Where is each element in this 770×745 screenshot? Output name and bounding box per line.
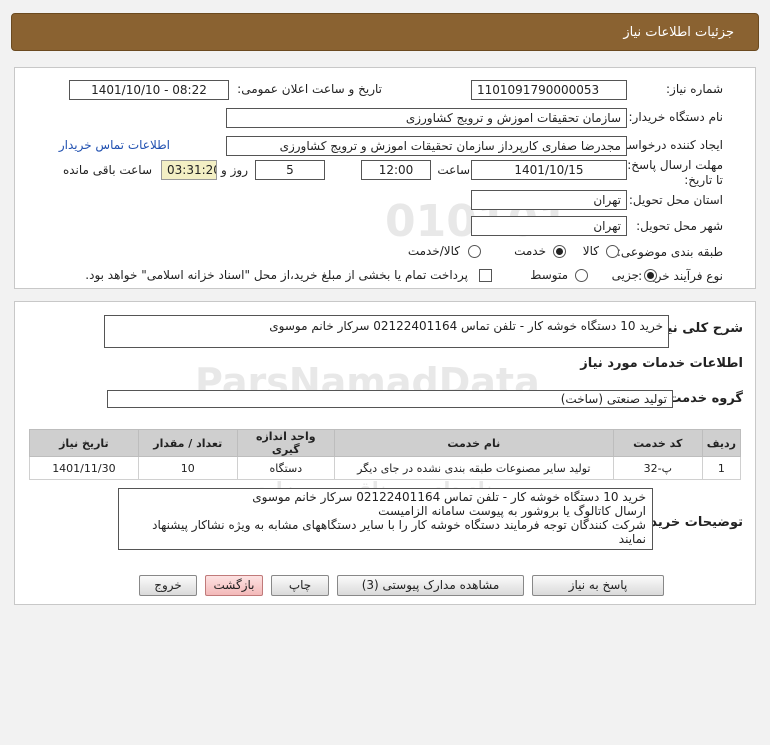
buyer-org-field: سازمان تحقیقات اموزش و ترویج کشاورزی [226,108,627,128]
col-service-code: کد خدمت [612,429,703,457]
need-number-field: 1101091790000053 [471,80,627,100]
delivery-province-label: استان محل تحویل: [628,193,723,207]
delivery-province-field: تهران [471,190,627,210]
cell-service-code: پ-32 [612,456,703,480]
summary-field: خرید 10 دستگاه خوشه کار - تلفن تماس 0212… [104,315,669,348]
buyer-notes-line: ارسال کاتالوگ یا بروشور به پیوست سامانه … [378,504,646,518]
cell-quantity: 10 [137,456,238,480]
reply-button[interactable]: پاسخ به نیاز [532,575,664,596]
purchase-option-medium: متوسط [530,268,568,282]
purchase-radio-minor[interactable] [644,269,657,282]
back-button[interactable]: بازگشت [205,575,263,596]
exit-button[interactable]: خروج [139,575,197,596]
category-radio-goods-service[interactable] [468,245,481,258]
col-unit: واحد اندازه گیری [236,429,335,457]
category-option-goods: کالا [582,244,599,258]
col-row: ردیف [701,429,742,457]
cell-unit: دستگاه [236,456,335,480]
deadline-date-field: 1401/10/15 [471,160,627,180]
service-group-field: تولید صنعتی (ساخت) [107,390,673,408]
cell-service-name: تولید سایر مصنوعات طبقه بندی نشده در جای… [333,456,614,480]
delivery-city-label: شهر محل تحویل: [636,219,723,233]
deadline-label: مهلت ارسال پاسخ: تا تاریخ: [627,158,723,187]
category-option-goods-service: کالا/خدمت [407,244,460,258]
deadline-days-field: 5 [255,160,325,180]
buyer-contact-link[interactable]: اطلاعات تماس خریدار [59,138,170,152]
category-label: طبقه بندی موضوعی: [616,245,723,259]
col-need-date: تاریخ نیاز [29,429,139,457]
category-option-service: خدمت [514,244,546,258]
page-title: جزئیات اطلاعات نیاز [623,25,734,40]
deadline-days-label: روز و [221,163,248,177]
treasury-note: پرداخت تمام یا بخشی از مبلغ خرید،از محل … [85,268,468,282]
services-section-title: اطلاعات خدمات مورد نیاز [580,356,743,371]
treasury-checkbox[interactable] [479,269,492,282]
announce-datetime-label: تاریخ و ساعت اعلان عمومی: [237,82,382,96]
buyer-notes-field: خرید 10 دستگاه خوشه کار - تلفن تماس 0212… [118,488,653,550]
services-table-header: ردیف کد خدمت نام خدمت واحد اندازه گیری ت… [29,429,742,457]
buyer-notes-line: خرید 10 دستگاه خوشه کار - تلفن تماس 0212… [252,490,646,504]
buyer-notes-line: شرکت کنندگان توجه فرمایند دستگاه خوشه کا… [152,518,646,532]
category-radio-goods[interactable] [606,245,619,258]
need-details-panel: 010101 شماره نیاز: 1101091790000053 تاری… [14,67,756,289]
deadline-time-label: ساعت [437,163,470,177]
need-number-label: شماره نیاز: [666,82,723,96]
service-group-label: گروه خدمت: [663,391,743,406]
cell-row: 1 [701,456,742,480]
table-row: 1 پ-32 تولید سایر مصنوعات طبقه بندی نشده… [29,456,742,480]
purchase-option-minor: جزیی [611,268,639,282]
remaining-time-label: ساعت باقی مانده [62,163,152,177]
page-header: جزئیات اطلاعات نیاز [11,13,759,51]
requester-label: ایجاد کننده درخواست: [612,138,723,152]
purchase-radio-medium[interactable] [575,269,588,282]
buyer-notes-line: نمایند [618,532,646,546]
col-quantity: تعداد / مقدار [137,429,238,457]
delivery-city-field: تهران [471,216,627,236]
deadline-time-field: 12:00 [361,160,431,180]
announce-datetime-field: 1401/10/10 - 08:22 [69,80,229,100]
category-radio-service[interactable] [553,245,566,258]
requester-field: مجدرضا صفاری کارپرداز سازمان تحقیقات امو… [226,136,627,156]
print-button[interactable]: چاپ [271,575,329,596]
view-attachments-button[interactable]: مشاهده مدارک پیوستی (3) [337,575,524,596]
buyer-org-label: نام دستگاه خریدار: [628,110,724,124]
services-table: ردیف کد خدمت نام خدمت واحد اندازه گیری ت… [29,429,742,480]
cell-need-date: 1401/11/30 [29,456,139,480]
col-service-name: نام خدمت [333,429,614,457]
need-summary-panel: ParsNamadData مرکز فناوری اطلاعات پارس ن… [14,301,756,605]
remaining-time-field: 03:31:20 [161,160,217,180]
